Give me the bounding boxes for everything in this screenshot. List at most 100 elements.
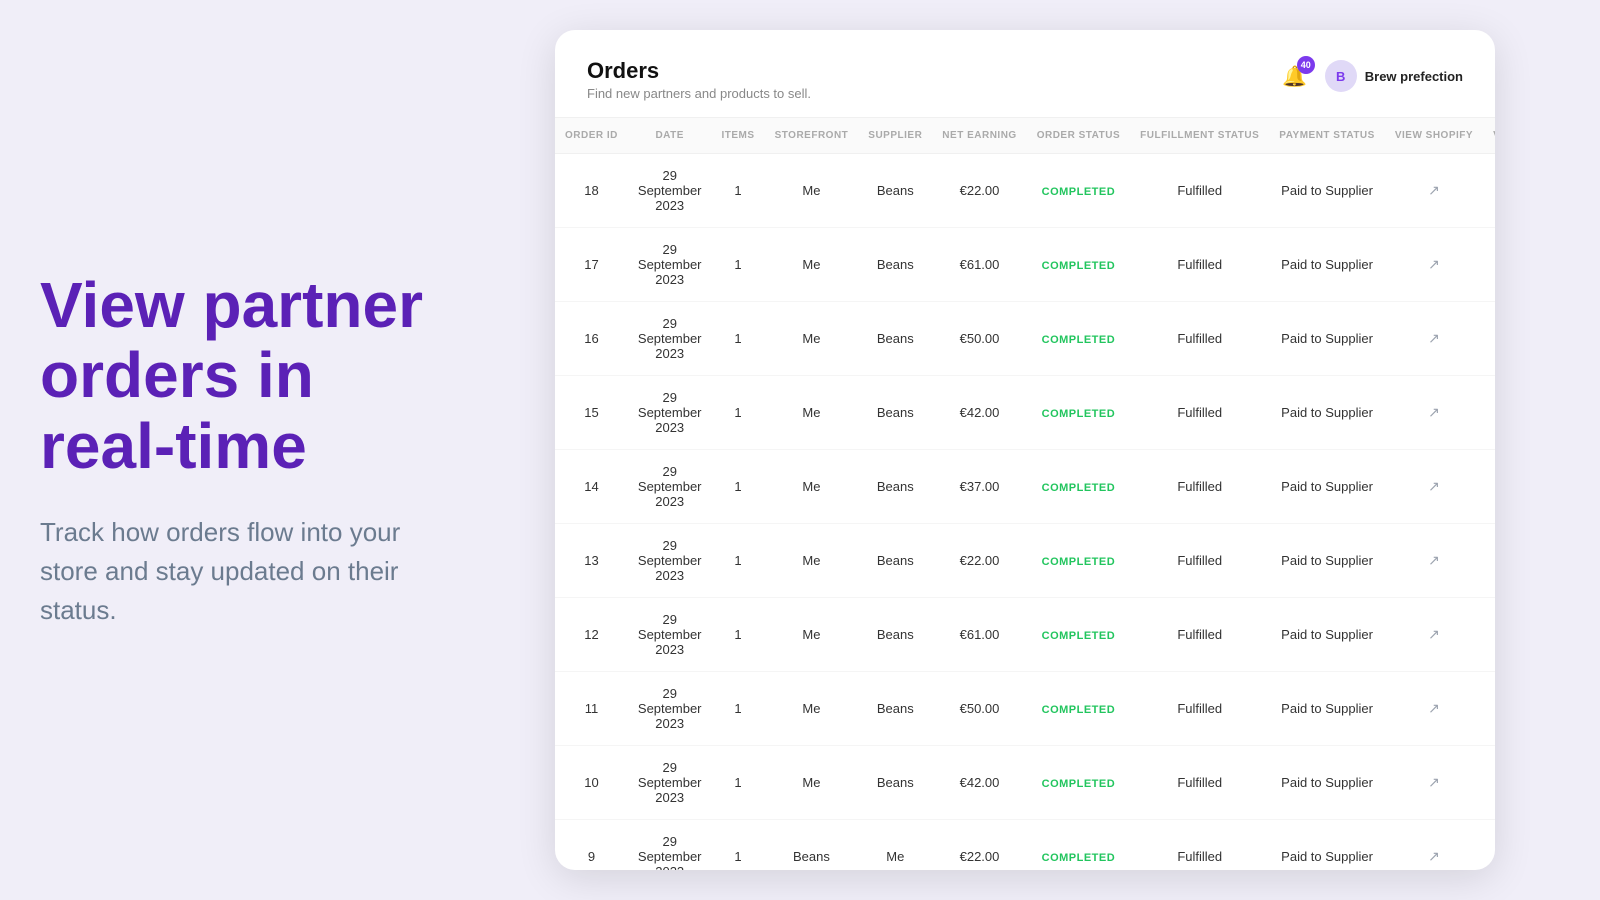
cell-storefront: Me [765,154,859,228]
cell-order-status: COMPLETED [1027,820,1130,871]
notification-button[interactable]: 🔔 40 [1277,58,1313,94]
card-header: Orders Find new partners and products to… [555,30,1495,118]
cell-view-shopify[interactable]: ↗︎ [1385,524,1483,598]
cell-view-shopify[interactable]: ↗︎ [1385,376,1483,450]
cell-view-shopify[interactable]: ↗︎ [1385,598,1483,672]
cell-fulfillment-status: Fulfilled [1130,228,1269,302]
cell-view-shopify[interactable]: ↗︎ [1385,154,1483,228]
cell-fulfillment-status: Fulfilled [1130,598,1269,672]
shopify-link-icon[interactable]: ↗︎ [1428,626,1440,642]
cell-items: 1 [712,820,765,871]
cell-view-proposal[interactable]: ↗︎ [1483,524,1495,598]
cell-net-earning: €50.00 [932,672,1026,746]
col-view-shopify: VIEW SHOPIFY [1385,118,1483,154]
user-info: B Brew prefection [1325,60,1463,92]
table-row: 17 29 September 2023 1 Me Beans €61.00 C… [555,228,1495,302]
cell-payment-status: Paid to Supplier [1269,820,1385,871]
shopify-link-icon[interactable]: ↗︎ [1428,404,1440,420]
table-row: 18 29 September 2023 1 Me Beans €22.00 C… [555,154,1495,228]
col-view-proposal: VIEW PROPOSAL [1483,118,1495,154]
col-payment-status: PAYMENT STATUS [1269,118,1385,154]
cell-date: 29 September 2023 [628,450,712,524]
cell-order-status: COMPLETED [1027,450,1130,524]
header-right: 🔔 40 B Brew prefection [1277,58,1463,94]
cell-order-id: 16 [555,302,628,376]
cell-payment-status: Paid to Supplier [1269,746,1385,820]
sub-text: Track how orders flow into your store an… [40,513,440,630]
cell-order-id: 9 [555,820,628,871]
cell-date: 29 September 2023 [628,376,712,450]
cell-storefront: Me [765,376,859,450]
cell-payment-status: Paid to Supplier [1269,450,1385,524]
cell-view-proposal[interactable]: ↗︎ [1483,376,1495,450]
notification-badge: 40 [1297,56,1315,74]
cell-supplier: Beans [858,376,932,450]
shopify-link-icon[interactable]: ↗︎ [1428,330,1440,346]
cell-payment-status: Paid to Supplier [1269,376,1385,450]
avatar: B [1325,60,1357,92]
cell-view-shopify[interactable]: ↗︎ [1385,228,1483,302]
cell-view-proposal[interactable]: ↗︎ [1483,672,1495,746]
cell-supplier: Beans [858,302,932,376]
shopify-link-icon[interactable]: ↗︎ [1428,774,1440,790]
cell-fulfillment-status: Fulfilled [1130,820,1269,871]
cell-view-proposal[interactable]: ↗︎ [1483,154,1495,228]
cell-items: 1 [712,154,765,228]
cell-payment-status: Paid to Supplier [1269,524,1385,598]
col-supplier: SUPPLIER [858,118,932,154]
table-wrapper: ORDER ID DATE ITEMS STOREFRONT SUPPLIER … [555,118,1495,870]
cell-view-shopify[interactable]: ↗︎ [1385,672,1483,746]
left-panel: View partner orders in real-time Track h… [0,210,480,690]
cell-view-proposal[interactable]: ↗︎ [1483,228,1495,302]
cell-view-proposal[interactable]: ↗︎ [1483,598,1495,672]
shopify-link-icon[interactable]: ↗︎ [1428,256,1440,272]
cell-payment-status: Paid to Supplier [1269,154,1385,228]
cell-order-status: COMPLETED [1027,302,1130,376]
shopify-link-icon[interactable]: ↗︎ [1428,700,1440,716]
cell-date: 29 September 2023 [628,524,712,598]
cell-payment-status: Paid to Supplier [1269,302,1385,376]
cell-fulfillment-status: Fulfilled [1130,376,1269,450]
cell-payment-status: Paid to Supplier [1269,598,1385,672]
cell-net-earning: €61.00 [932,228,1026,302]
shopify-link-icon[interactable]: ↗︎ [1428,182,1440,198]
cell-view-shopify[interactable]: ↗︎ [1385,450,1483,524]
table-row: 16 29 September 2023 1 Me Beans €50.00 C… [555,302,1495,376]
cell-net-earning: €22.00 [932,154,1026,228]
cell-order-id: 18 [555,154,628,228]
shopify-link-icon[interactable]: ↗︎ [1428,478,1440,494]
cell-net-earning: €22.00 [932,524,1026,598]
table-body: 18 29 September 2023 1 Me Beans €22.00 C… [555,154,1495,871]
table-row: 12 29 September 2023 1 Me Beans €61.00 C… [555,598,1495,672]
cell-fulfillment-status: Fulfilled [1130,450,1269,524]
shopify-link-icon[interactable]: ↗︎ [1428,552,1440,568]
cell-view-proposal[interactable]: ↗︎ [1483,302,1495,376]
table-row: 15 29 September 2023 1 Me Beans €42.00 C… [555,376,1495,450]
user-name: Brew prefection [1365,69,1463,84]
cell-order-status: COMPLETED [1027,524,1130,598]
cell-storefront: Me [765,672,859,746]
cell-view-shopify[interactable]: ↗︎ [1385,746,1483,820]
cell-view-proposal[interactable]: ↗︎ [1483,450,1495,524]
cell-order-status: COMPLETED [1027,672,1130,746]
cell-order-id: 10 [555,746,628,820]
cell-storefront: Me [765,524,859,598]
cell-view-proposal[interactable]: ↗︎ [1483,820,1495,871]
cell-date: 29 September 2023 [628,154,712,228]
cell-order-id: 17 [555,228,628,302]
cell-view-proposal[interactable]: ↗︎ [1483,746,1495,820]
cell-net-earning: €50.00 [932,302,1026,376]
cell-order-status: COMPLETED [1027,154,1130,228]
cell-items: 1 [712,524,765,598]
cell-items: 1 [712,228,765,302]
main-heading: View partner orders in real-time [40,270,440,481]
cell-view-shopify[interactable]: ↗︎ [1385,820,1483,871]
shopify-link-icon[interactable]: ↗︎ [1428,848,1440,864]
cell-supplier: Beans [858,524,932,598]
cell-view-shopify[interactable]: ↗︎ [1385,302,1483,376]
cell-storefront: Me [765,746,859,820]
cell-order-id: 15 [555,376,628,450]
cell-fulfillment-status: Fulfilled [1130,672,1269,746]
table-row: 13 29 September 2023 1 Me Beans €22.00 C… [555,524,1495,598]
header-left: Orders Find new partners and products to… [587,58,811,101]
